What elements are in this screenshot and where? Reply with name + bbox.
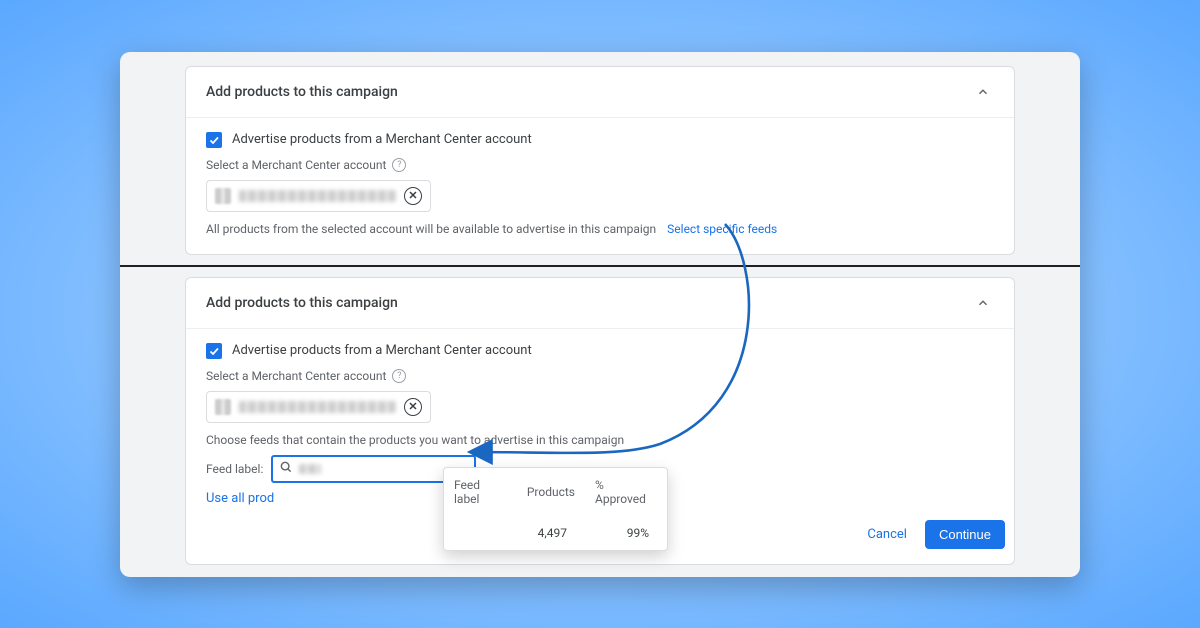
help-icon[interactable]: ?	[392, 369, 406, 383]
clear-icon[interactable]: ✕	[404, 398, 422, 416]
cancel-button[interactable]: Cancel	[867, 527, 907, 542]
redacted-account-name	[239, 190, 396, 202]
card-body-top: Advertise products from a Merchant Cente…	[186, 118, 1014, 254]
feed-label-dropdown: Feed label Products % Approved 4,497 99%	[443, 467, 668, 551]
use-all-products-link[interactable]: Use all prod	[206, 491, 274, 506]
col-approved: % Approved	[585, 468, 667, 516]
cell-products: 4,497	[517, 516, 585, 550]
redacted-search-value	[299, 464, 321, 474]
card-add-products-top: Add products to this campaign Advertise …	[185, 66, 1015, 255]
products-description: All products from the selected account w…	[206, 222, 994, 236]
help-icon[interactable]: ?	[392, 158, 406, 172]
redacted-account-icon	[215, 399, 231, 415]
select-specific-feeds-link[interactable]: Select specific feeds	[667, 222, 777, 236]
checkbox-label: Advertise products from a Merchant Cente…	[232, 132, 532, 147]
app-frame: Add products to this campaign Advertise …	[120, 52, 1080, 577]
select-merchant-label: Select a Merchant Center account	[206, 369, 386, 383]
checkbox-advertise[interactable]	[206, 343, 222, 359]
cell-approved: 99%	[585, 516, 667, 550]
select-merchant-label: Select a Merchant Center account	[206, 158, 386, 172]
footer-actions: Cancel Continue	[867, 520, 1005, 549]
card-title: Add products to this campaign	[206, 295, 398, 311]
collapse-icon[interactable]	[972, 81, 994, 103]
redacted-account-name	[239, 401, 396, 413]
collapse-icon[interactable]	[972, 292, 994, 314]
card-header-top: Add products to this campaign	[186, 67, 1014, 118]
clear-icon[interactable]: ✕	[404, 187, 422, 205]
dropdown-option-row[interactable]: 4,497 99%	[444, 516, 667, 550]
checkbox-advertise[interactable]	[206, 132, 222, 148]
col-feed-label: Feed label	[444, 468, 517, 516]
col-products: Products	[517, 468, 585, 516]
choose-feeds-description: Choose feeds that contain the products y…	[206, 433, 994, 447]
checkbox-label: Advertise products from a Merchant Cente…	[232, 343, 532, 358]
dropdown-header-row: Feed label Products % Approved	[444, 468, 667, 516]
card-title: Add products to this campaign	[206, 84, 398, 100]
continue-button[interactable]: Continue	[925, 520, 1005, 549]
feed-label-text: Feed label:	[206, 462, 263, 476]
redacted-account-icon	[215, 188, 231, 204]
card-header-bottom: Add products to this campaign	[186, 278, 1014, 329]
section-divider	[120, 265, 1080, 267]
merchant-account-select[interactable]: ✕	[206, 391, 431, 423]
search-icon	[279, 460, 293, 478]
merchant-account-select[interactable]: ✕	[206, 180, 431, 212]
